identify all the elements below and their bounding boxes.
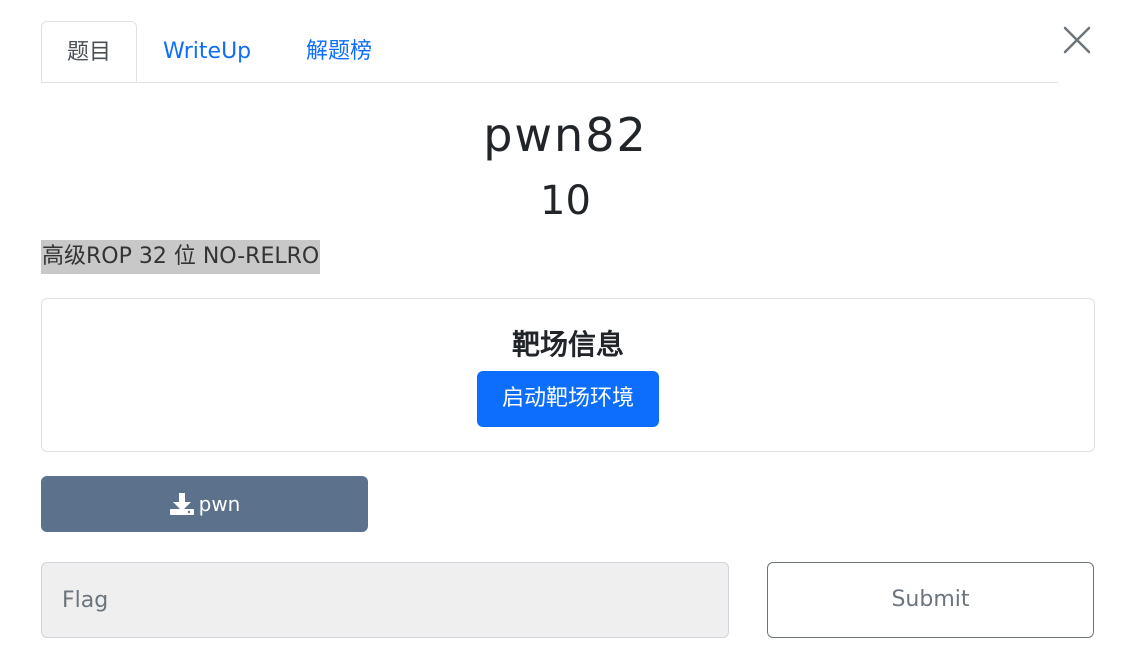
flag-input[interactable] xyxy=(41,562,729,638)
challenge-description: 高级ROP 32 位 NO-RELRO xyxy=(41,240,321,274)
close-icon[interactable] xyxy=(1060,23,1094,57)
download-label: pwn xyxy=(198,492,241,516)
tab-bar: 题目 WriteUp 解题榜 xyxy=(41,21,1058,83)
challenge-name: pwn82 xyxy=(483,108,648,162)
challenge-points: 10 xyxy=(540,178,591,224)
submit-button[interactable]: Submit xyxy=(767,562,1094,638)
download-pwn-button[interactable]: pwn xyxy=(41,476,368,532)
start-environment-button[interactable]: 启动靶场环境 xyxy=(477,371,659,427)
target-info-card: 靶场信息 启动靶场环境 xyxy=(41,298,1095,452)
download-icon xyxy=(169,493,194,515)
target-info-title: 靶场信息 xyxy=(511,328,624,361)
tab-writeup[interactable]: WriteUp xyxy=(163,21,251,82)
tab-challenge[interactable]: 题目 xyxy=(41,21,137,82)
tab-solves[interactable]: 解题榜 xyxy=(306,21,372,82)
